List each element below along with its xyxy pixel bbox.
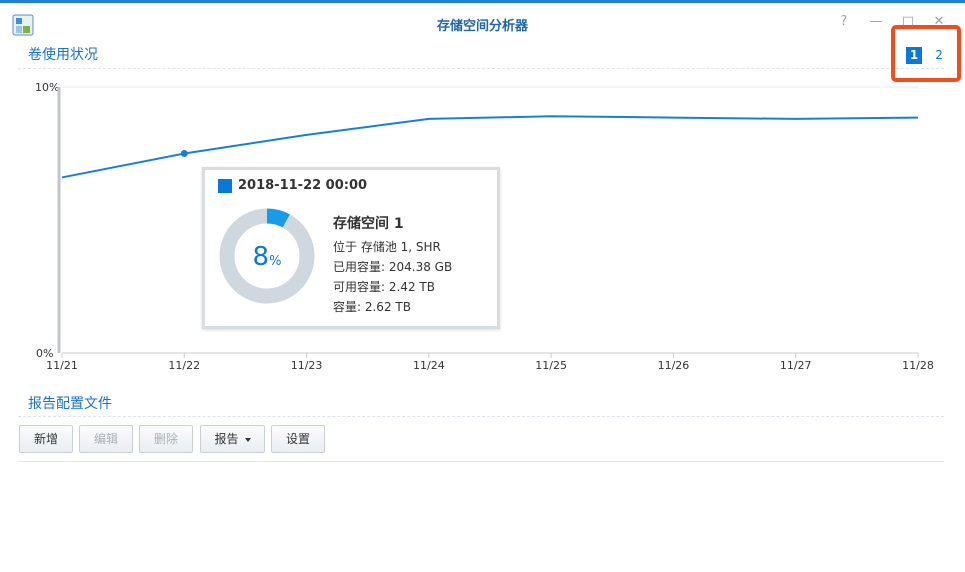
report-button-label: 报告 (214, 432, 239, 446)
x-tick-label: 11/23 (290, 359, 323, 372)
x-tick-label: 11/26 (657, 359, 690, 372)
storage-analyzer-window: 存储空间分析器 ? — □ ✕ 卷使用状况 1 2 10% 0% 11/21 11… (0, 0, 965, 572)
x-tick-label: 11/22 (168, 359, 201, 372)
x-tick-label: 11/27 (779, 359, 812, 372)
edit-button[interactable]: 编辑 (79, 425, 133, 453)
x-tick-label: 11/25 (535, 359, 567, 372)
new-button[interactable]: 新增 (19, 425, 73, 453)
section-divider (18, 416, 944, 417)
report-profiles-title: 报告配置文件 (28, 396, 112, 412)
x-tick-label: 11/24 (412, 359, 445, 372)
usage-percent-symbol: % (269, 254, 282, 269)
chart-tooltip: 2018-11-22 00:00 8% 存储空间 1 位于 存储池 1, SHR… (202, 167, 500, 329)
volume-name: 存储空间 1 (333, 216, 404, 232)
donut-used-segment (266, 208, 290, 228)
x-tick-label: 11/21 (46, 359, 78, 372)
volume-location: 位于 存储池 1, SHR (333, 240, 441, 254)
series-swatch (218, 179, 232, 193)
chevron-down-icon (244, 437, 251, 442)
highlighted-data-point (180, 150, 188, 157)
tooltip-date: 2018-11-22 00:00 (238, 178, 368, 193)
delete-button[interactable]: 删除 (139, 425, 193, 453)
usage-percent: 8% (219, 242, 315, 272)
usage-percent-value: 8 (252, 242, 270, 272)
used-capacity: 已用容量: 204.38 GB (333, 260, 453, 274)
x-tick-label: 11/28 (902, 359, 934, 372)
available-capacity: 可用容量: 2.42 TB (333, 280, 435, 294)
toolbar-divider (18, 461, 944, 462)
total-capacity: 容量: 2.62 TB (333, 300, 411, 314)
settings-button[interactable]: 设置 (271, 425, 325, 453)
report-dropdown-button[interactable]: 报告 (200, 425, 265, 453)
